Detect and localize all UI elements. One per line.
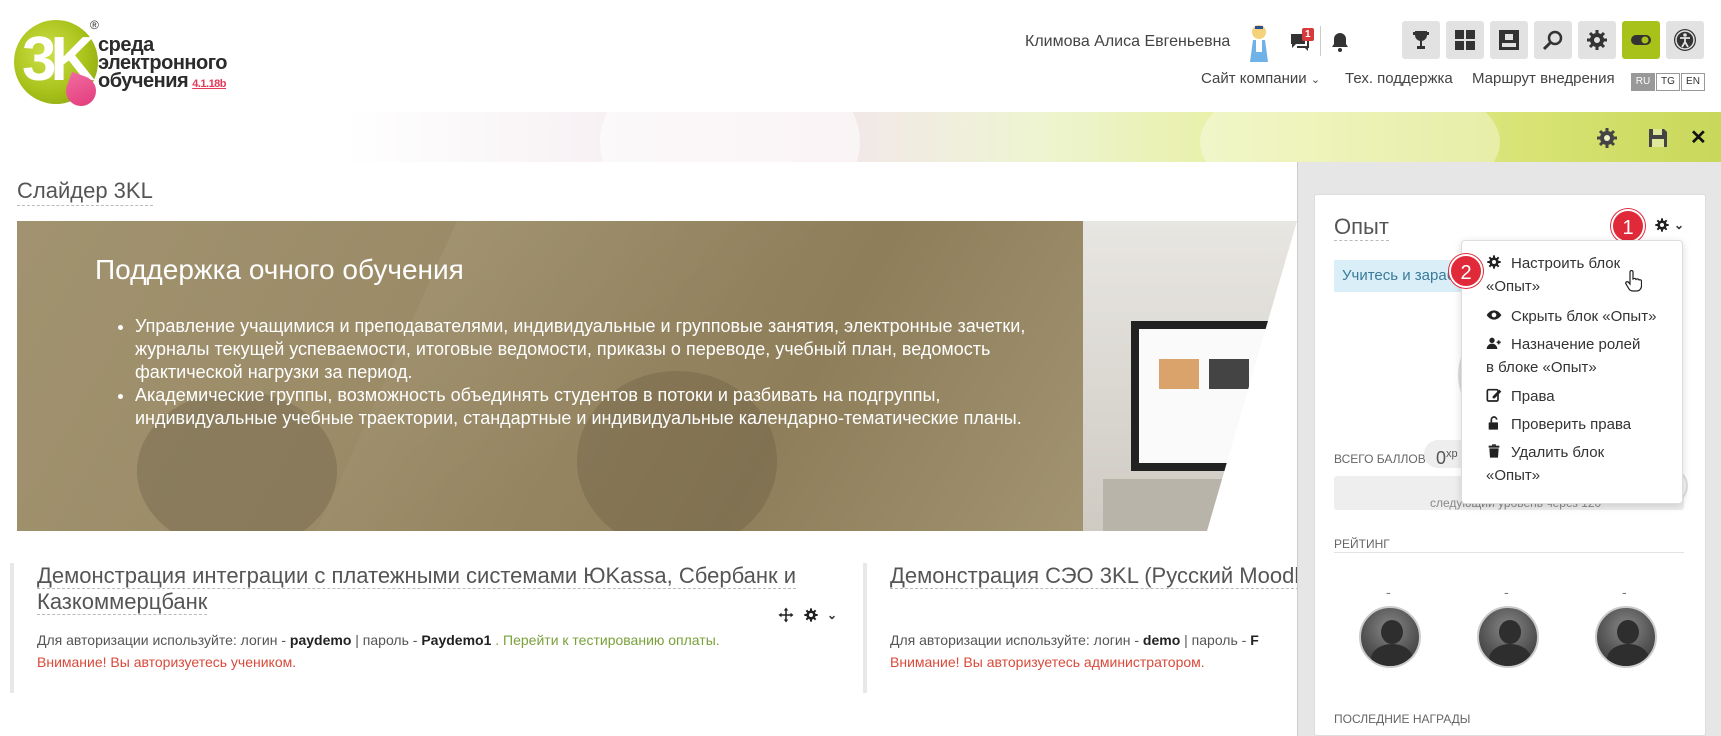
avatar (1595, 606, 1657, 668)
gear-icon (1655, 218, 1669, 232)
settings-button[interactable] (1578, 21, 1616, 59)
lang-ru[interactable]: RU (1631, 73, 1655, 91)
accessibility-icon (1674, 29, 1696, 51)
slide-heading: Поддержка очного обучения (95, 254, 464, 285)
achievements-button[interactable] (1402, 21, 1440, 59)
avatar (1359, 606, 1421, 668)
avatar (1477, 606, 1539, 668)
step-callout-1: 1 (1611, 209, 1645, 243)
card-tools: ⌄ (777, 606, 837, 624)
lang-en[interactable]: EN (1681, 73, 1705, 91)
rank-value: - (1622, 584, 1627, 600)
company-site-menu[interactable]: Сайт компании ⌄ (1201, 70, 1320, 87)
recent-awards-label: ПОСЛЕДНИЕ НАГРАДЫ (1334, 712, 1471, 726)
user-plus-icon (1486, 337, 1501, 349)
slide-bullet: Академические группы, возможность объеди… (135, 384, 1045, 430)
slide-bullet: Управление учащимися и преподавателями, … (135, 315, 1045, 384)
portfolio-button[interactable] (1490, 21, 1528, 59)
messages-badge: 1 (1302, 28, 1314, 41)
version-link[interactable]: 4.1.18b (192, 78, 226, 90)
eye-icon (1486, 310, 1502, 320)
warning-text: Внимание! Вы авторизуетесь учеником. (37, 654, 297, 670)
unlock-icon (1488, 416, 1498, 430)
trophy-icon (1413, 31, 1429, 49)
slider-block-title: Слайдер 3KL (17, 178, 153, 206)
chevron-down-icon: ⌄ (1674, 218, 1685, 232)
card-border (10, 563, 14, 693)
grid-icon (1455, 30, 1475, 50)
card-text: Для авторизации используйте: логин - dem… (890, 632, 1259, 670)
moodle-demo-card: Демонстрация СЭО 3KL (Русский Moodle) Дл… (890, 563, 1297, 693)
rating-label: РЕЙТИНГ (1334, 537, 1390, 551)
trash-icon (1488, 444, 1500, 458)
logo-text: среда электронного обучения 4.1.18b (98, 34, 228, 92)
step-callout-2: 2 (1449, 254, 1483, 288)
chevron-down-icon[interactable]: ⌄ (827, 608, 837, 622)
info-bar: Учитесь и зарабатывайте (1334, 260, 1464, 292)
dashboard-button[interactable] (1446, 21, 1484, 59)
logo[interactable]: 3K ® среда электронного обучения 4.1.18b (14, 18, 244, 111)
search-icon (1542, 30, 1563, 51)
hand-cursor-icon (1625, 270, 1642, 292)
move-icon[interactable] (777, 606, 795, 624)
gear-icon (1587, 30, 1607, 50)
banner-shape (1200, 112, 1500, 162)
gear-icon (1487, 255, 1501, 269)
block-title: Опыт (1334, 214, 1389, 241)
divider (1334, 552, 1684, 553)
support-link[interactable]: Тех. поддержка (1345, 70, 1453, 87)
total-points-label: ВСЕГО БАЛЛОВ (1334, 452, 1426, 466)
chevron-down-icon: ⌄ (1310, 74, 1321, 86)
roadmap-link[interactable]: Маршрут внедрения (1472, 70, 1615, 87)
bell-icon[interactable] (1328, 30, 1352, 54)
page-settings-icon[interactable] (1595, 126, 1619, 150)
menu-item-permissions[interactable]: Права (1486, 385, 1676, 408)
header: 3K ® среда электронного обучения 4.1.18b … (0, 0, 1721, 112)
block-actions-menu[interactable]: ⌄ (1654, 217, 1684, 233)
menu-item-delete[interactable]: Удалить блок «Опыт» (1486, 441, 1676, 487)
edit-icon (1486, 388, 1502, 402)
payment-test-link[interactable]: . Перейти к тестированию оплаты. (491, 632, 719, 648)
card-title: Демонстрация СЭО 3KL (Русский Moodle) (890, 563, 1297, 589)
card-title: Демонстрация интеграции с платежными сис… (37, 563, 797, 615)
menu-item-assign-roles[interactable]: Назначение ролей в блоке «Опыт» (1486, 333, 1676, 379)
card-text: Для авторизации используйте: логин - pay… (37, 632, 720, 670)
gear-icon[interactable] (803, 607, 819, 623)
close-icon[interactable]: ✕ (1690, 126, 1707, 150)
menu-item-configure[interactable]: Настроить блок «Опыт» (1486, 252, 1676, 298)
user-name[interactable]: Климова Алиса Евгеньевна (1025, 33, 1230, 51)
toggle-icon (1631, 35, 1651, 45)
block-actions-dropdown: Настроить блок «Опыт» Скрыть блок «Опыт» … (1461, 240, 1683, 504)
menu-item-check-permissions[interactable]: Проверить права (1486, 413, 1676, 436)
search-button[interactable] (1534, 21, 1572, 59)
card-border (863, 563, 867, 693)
decorative-banner (0, 112, 1721, 162)
accessibility-button[interactable] (1666, 21, 1704, 59)
slide-bullets: Управление учащимися и преподавателями, … (115, 315, 1045, 430)
lang-tg[interactable]: TG (1656, 73, 1680, 91)
portfolio-icon (1499, 30, 1519, 50)
user-avatar[interactable] (1244, 22, 1274, 62)
rank-value: - (1386, 584, 1391, 600)
save-icon[interactable] (1646, 126, 1670, 150)
theme-toggle-button[interactable] (1622, 21, 1660, 59)
menu-item-hide[interactable]: Скрыть блок «Опыт» (1486, 305, 1676, 328)
payment-demo-card: Демонстрация интеграции с платежными сис… (37, 563, 837, 693)
registered-mark: ® (90, 18, 99, 32)
banner-shape (600, 112, 860, 162)
warning-text: Внимание! Вы авторизуетесь администратор… (890, 654, 1205, 670)
rank-value: - (1504, 584, 1509, 600)
divider (1320, 26, 1321, 56)
